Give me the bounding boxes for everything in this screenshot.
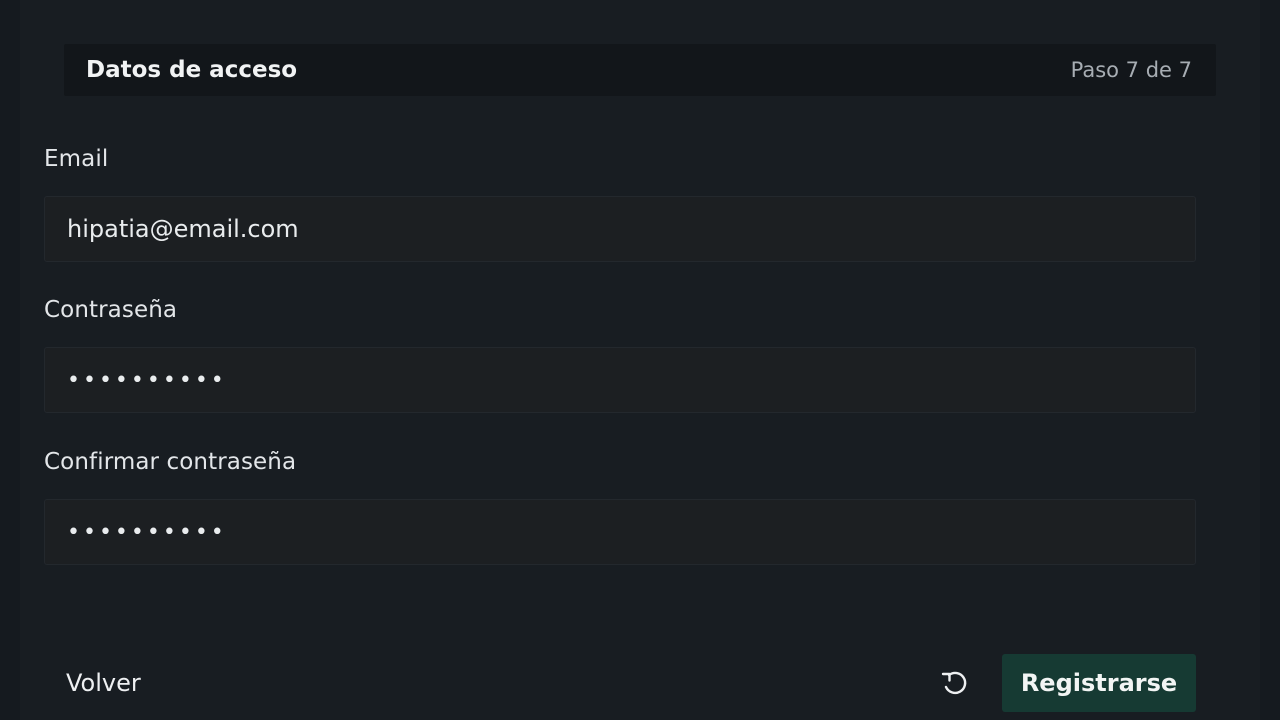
reset-button[interactable] — [932, 660, 976, 706]
email-label: Email — [44, 146, 109, 172]
confirm-password-field[interactable] — [44, 499, 1196, 565]
section-header: Datos de acceso Paso 7 de 7 — [64, 44, 1216, 96]
section-title: Datos de acceso — [86, 57, 298, 83]
reset-icon — [939, 667, 969, 700]
back-button[interactable]: Volver — [44, 654, 163, 712]
confirm-password-label: Confirmar contraseña — [44, 449, 297, 475]
password-label: Contraseña — [44, 297, 178, 323]
password-field[interactable] — [44, 347, 1196, 413]
register-button[interactable]: Registrarse — [1002, 654, 1196, 712]
step-indicator: Paso 7 de 7 — [1070, 58, 1192, 82]
email-field[interactable] — [44, 196, 1196, 262]
